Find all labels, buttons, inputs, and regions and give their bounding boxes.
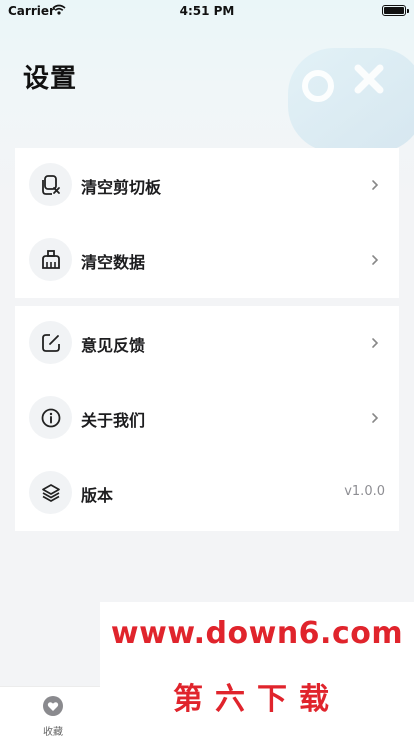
- feedback-edit-icon: [41, 333, 60, 352]
- clear-clipboard-row[interactable]: 清空剪切板: [15, 148, 399, 223]
- clock: 4:51 PM: [179, 4, 235, 18]
- row-label: 版本: [81, 486, 114, 505]
- row-label: 清空剪切板: [81, 178, 162, 197]
- clear-data-icon: [41, 249, 60, 269]
- layers-icon: [41, 483, 60, 502]
- row-label: 关于我们: [81, 411, 146, 430]
- battery-icon: [382, 5, 409, 16]
- watermark-name: 第六下载: [173, 682, 341, 717]
- about-us-row[interactable]: 关于我们: [15, 381, 399, 456]
- info-icon: [41, 408, 60, 427]
- gamepad-decoration-icon: [288, 48, 414, 152]
- status-bar: Carrier 4:51 PM: [0, 0, 414, 22]
- chevron-right-icon: [372, 338, 379, 348]
- page-title: 设置: [23, 64, 78, 94]
- settings-card-info: 意见反馈 关于我们 版本 v1.0.0: [15, 306, 399, 531]
- chevron-right-icon: [372, 255, 379, 265]
- version-value: v1.0.0: [344, 484, 385, 499]
- row-label: 意见反馈: [81, 336, 146, 355]
- settings-card-data: 清空剪切板 清空数据: [15, 148, 399, 298]
- version-row: 版本 v1.0.0: [15, 456, 399, 531]
- chevron-right-icon: [372, 413, 379, 423]
- watermark: www.down6.com 第六下载: [100, 602, 414, 736]
- clear-data-row[interactable]: 清空数据: [15, 223, 399, 298]
- row-label: 清空数据: [81, 253, 146, 272]
- heart-icon: [43, 696, 63, 716]
- watermark-url: www.down6.com: [110, 616, 404, 651]
- chevron-right-icon: [372, 180, 379, 190]
- clipboard-clear-icon: [41, 174, 60, 195]
- feedback-row[interactable]: 意见反馈: [15, 306, 399, 381]
- tab-label: 收藏: [43, 727, 63, 736]
